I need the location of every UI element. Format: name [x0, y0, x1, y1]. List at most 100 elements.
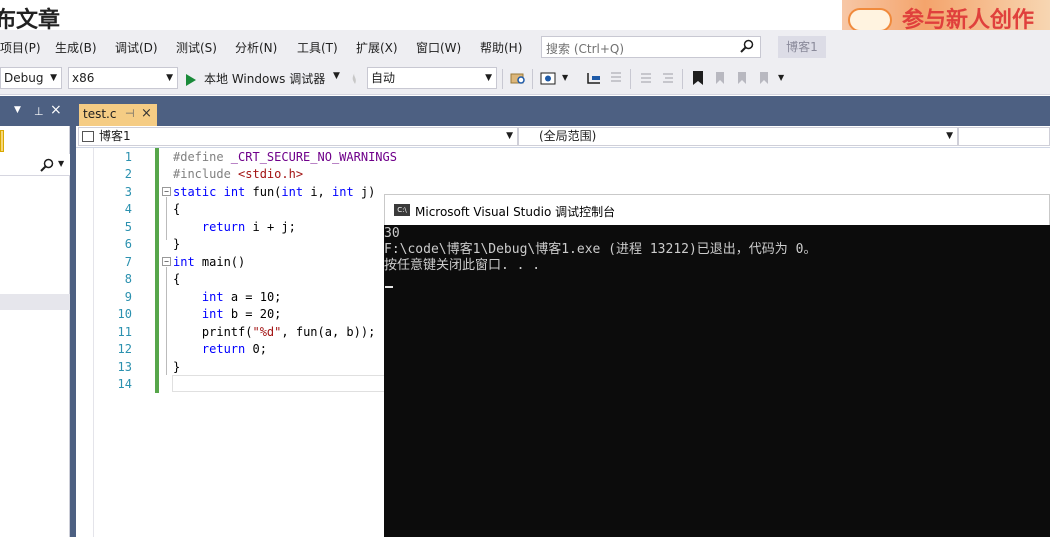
search-icon: [40, 158, 54, 172]
code-line-12[interactable]: return 0;: [173, 342, 267, 356]
pin-icon[interactable]: ⊥: [34, 105, 44, 118]
configuration-select[interactable]: Debug ▼: [0, 67, 62, 89]
toolbar-separator: [502, 69, 503, 89]
configuration-value: Debug: [4, 71, 44, 85]
menu-window[interactable]: 窗口(W): [416, 39, 461, 56]
collapse-toggle-icon[interactable]: −: [162, 187, 171, 196]
collapse-toggle-icon[interactable]: −: [162, 257, 171, 266]
menu-analyze[interactable]: 分析(N): [235, 39, 277, 56]
console-output-line: F:\code\博客1\Debug\博客1.exe (进程 13212)已退出，…: [384, 242, 817, 257]
chevron-down-icon: ▼: [506, 131, 513, 141]
menu-debug[interactable]: 调试(D): [115, 39, 158, 56]
code-line-2[interactable]: #include <stdio.h>: [173, 167, 303, 181]
line-number: 7: [124, 255, 132, 269]
menu-project[interactable]: 项目(P): [0, 39, 41, 56]
code-line-8[interactable]: {: [173, 272, 180, 286]
navigation-bar: 博客1 ▼ (全局范围) ▼: [76, 126, 1050, 148]
solution-explorer-body: ▼: [0, 126, 70, 537]
tab-label: test.c: [83, 107, 117, 121]
menu-extensions[interactable]: 扩展(X): [356, 39, 398, 56]
tree-row[interactable]: [0, 294, 70, 310]
line-number: 13: [117, 360, 132, 374]
run-button-label: 本地 Windows 调试器: [204, 72, 326, 86]
chevron-down-icon[interactable]: ▼: [14, 105, 21, 115]
code-line-7[interactable]: int main(): [173, 255, 245, 269]
promo-banner[interactable]: 参与新人创作: [842, 0, 1050, 30]
selected-tree-item[interactable]: [0, 130, 4, 152]
promo-banner-text: 参与新人创作: [902, 8, 1035, 30]
scope-dropdown[interactable]: (全局范围) ▼: [518, 127, 958, 146]
chevron-down-icon[interactable]: ▼: [58, 159, 64, 168]
search-input[interactable]: 搜索 (Ctrl+Q): [546, 40, 624, 57]
tab-test-c[interactable]: test.c ⊣ ×: [79, 104, 157, 126]
chevron-down-icon: ▼: [50, 73, 57, 83]
camera-icon[interactable]: [540, 70, 556, 86]
solution-explorer-panel: ▼ ⊥ × ▼: [0, 96, 70, 537]
console-cursor: [385, 286, 393, 288]
line-number: 6: [124, 237, 132, 251]
run-dropdown-icon[interactable]: ▼: [333, 71, 340, 81]
close-icon[interactable]: ×: [50, 102, 62, 118]
code-line-13[interactable]: }: [173, 360, 180, 374]
menu-help[interactable]: 帮助(H): [480, 39, 522, 56]
toolbar-overflow-icon[interactable]: ▼: [778, 73, 784, 82]
line-number: 4: [124, 202, 132, 216]
next-bookmark-icon[interactable]: [734, 70, 750, 86]
folder-search-icon[interactable]: [510, 70, 526, 86]
console-titlebar[interactable]: C:\ Microsoft Visual Studio 调试控制台: [384, 194, 1050, 225]
member-dropdown[interactable]: [958, 127, 1050, 146]
console-title: Microsoft Visual Studio 调试控制台: [415, 205, 616, 219]
hot-reload-icon[interactable]: [347, 70, 363, 86]
editor-tab-strip: test.c ⊣ ×: [76, 96, 1050, 126]
comment-out-icon[interactable]: [638, 70, 654, 86]
chevron-down-icon[interactable]: ▼: [562, 73, 568, 82]
console-app-icon: C:\: [394, 204, 410, 216]
platform-value: x86: [72, 71, 95, 85]
code-line-11[interactable]: printf("%d", fun(a, b));: [173, 325, 375, 339]
console-output-line: 按任意键关闭此窗口. . .: [384, 258, 541, 273]
fold-guide: [166, 267, 167, 375]
background-page-strip: 布文章 参与新人创作: [0, 0, 1050, 30]
code-line-1[interactable]: #define _CRT_SECURE_NO_WARNINGS: [173, 150, 397, 164]
debug-console-window[interactable]: C:\ Microsoft Visual Studio 调试控制台 30 F:\…: [384, 194, 1050, 537]
line-number: 2: [124, 167, 132, 181]
line-number: 12: [117, 342, 132, 356]
menu-build[interactable]: 生成(B): [55, 39, 97, 56]
solution-search-box[interactable]: ▼: [0, 154, 70, 176]
code-line-10[interactable]: int b = 20;: [173, 307, 281, 321]
change-tracking-bar: [155, 148, 159, 393]
project-name-badge: 博客1: [778, 36, 826, 58]
play-icon: [186, 74, 196, 86]
line-number: 14: [117, 377, 132, 391]
pin-icon[interactable]: ⊣: [125, 107, 135, 120]
uncomment-icon[interactable]: [660, 70, 676, 86]
code-line-4[interactable]: {: [173, 202, 180, 216]
code-line-3[interactable]: static int fun(int i, int j): [173, 185, 375, 199]
scope-dropdown-value: (全局范围): [539, 129, 597, 143]
code-line-6[interactable]: }: [173, 237, 180, 251]
menu-test[interactable]: 测试(S): [176, 39, 217, 56]
console-output[interactable]: 30 F:\code\博客1\Debug\博客1.exe (进程 13212)已…: [384, 225, 1050, 537]
console-output-line: 30: [384, 226, 400, 241]
project-dropdown[interactable]: 博客1 ▼: [78, 127, 518, 146]
background-page-heading: 布文章: [0, 8, 61, 30]
chevron-down-icon: ▼: [485, 73, 492, 83]
line-number: 1: [124, 150, 132, 164]
run-mode-select[interactable]: 自动 ▼: [367, 67, 497, 89]
code-line-5[interactable]: return i + j;: [173, 220, 296, 234]
code-line-9[interactable]: int a = 10;: [173, 290, 281, 304]
breakpoint-margin[interactable]: [76, 148, 94, 537]
line-number: 5: [124, 220, 132, 234]
close-icon[interactable]: ×: [141, 106, 152, 121]
step-into-icon[interactable]: [586, 70, 602, 86]
platform-select[interactable]: x86 ▼: [68, 67, 178, 89]
search-box[interactable]: 搜索 (Ctrl+Q): [541, 36, 761, 58]
line-number: 8: [124, 272, 132, 286]
format-icon[interactable]: [608, 70, 624, 86]
menu-tools[interactable]: 工具(T): [297, 39, 338, 56]
bookmark-icon[interactable]: [690, 70, 706, 86]
prev-bookmark-icon[interactable]: [712, 70, 728, 86]
toolbar-separator: [630, 69, 631, 89]
clear-bookmarks-icon[interactable]: [756, 70, 772, 86]
line-number: 11: [117, 325, 132, 339]
